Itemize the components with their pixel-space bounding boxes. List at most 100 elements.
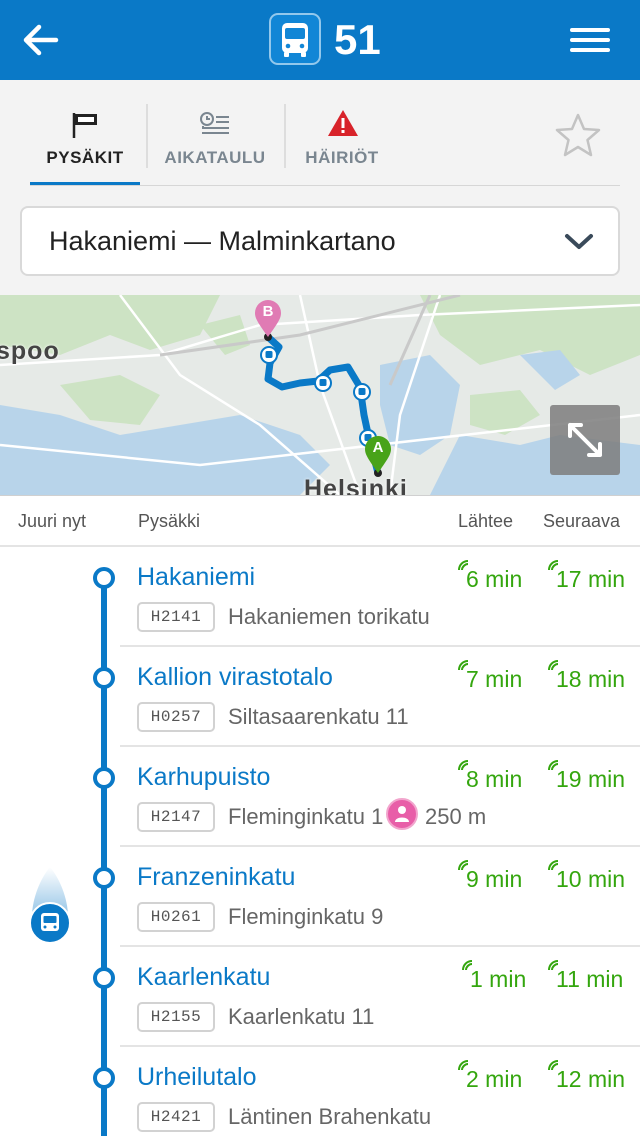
stop-name: Kallion virastotalo — [137, 663, 333, 691]
stop-row[interactable]: Franzeninkatu H0261 Fleminginkatu 9 9 mi… — [0, 847, 640, 947]
departure-time-value: 8 min — [466, 766, 523, 792]
next-departure-value: 17 min — [556, 566, 626, 592]
header-next: Seuraava — [543, 511, 621, 531]
realtime-signal-icon — [462, 960, 473, 971]
route-direction-select[interactable]: Hakaniemi — Malminkartano — [20, 206, 620, 276]
stop-dot — [93, 767, 115, 789]
tab-divider — [284, 104, 286, 168]
next-departure-time: 17 min — [548, 560, 626, 597]
next-departure-time: 12 min — [548, 1060, 626, 1097]
stop-code: H0261 — [137, 902, 215, 932]
realtime-signal-icon — [548, 560, 559, 571]
expand-icon — [568, 423, 602, 457]
next-departure-value: 18 min — [556, 666, 626, 692]
next-departure-value: 19 min — [556, 766, 626, 792]
stop-row[interactable]: Hakaniemi H2141 Hakaniemen torikatu 6 mi… — [0, 547, 640, 647]
stop-street: Fleminginkatu 1 — [228, 804, 384, 829]
map-city-label-espoo: spoo — [0, 337, 60, 365]
stop-street: Läntinen Brahenkatu — [228, 1104, 432, 1129]
next-departure-time: 18 min — [548, 660, 626, 697]
tab-stops[interactable]: PYSÄKIT — [30, 104, 140, 184]
header-stop: Pysäkki — [138, 511, 201, 531]
departure-time-value: 7 min — [466, 666, 523, 692]
stop-row[interactable]: Kaarlenkatu H2155 Kaarlenkatu 11 1 min 1… — [0, 947, 640, 1047]
next-departure-time: 11 min — [548, 960, 624, 997]
map-marker-end-label: B — [262, 303, 274, 320]
stop-list-header: Juuri nyt Pysäkki Lähtee Seuraava — [0, 495, 640, 547]
realtime-signal-icon — [458, 860, 469, 871]
stop-dot — [93, 667, 115, 689]
next-departure-value: 10 min — [556, 866, 626, 892]
walk-distance: 250 m — [425, 804, 487, 829]
departure-time-value: 6 min — [466, 566, 523, 592]
stop-row[interactable]: Urheilutalo H2421 Läntinen Brahenkatu 2 … — [0, 1047, 640, 1136]
realtime-signal-icon — [458, 660, 469, 671]
star-outline-icon — [555, 113, 601, 157]
departure-time: 1 min — [462, 960, 527, 997]
stop-flag-icon — [72, 113, 97, 138]
tab-timetable[interactable]: AIKATAULU — [152, 104, 278, 184]
departure-time: 8 min — [458, 760, 523, 797]
map-city-label-helsinki: Helsinki — [304, 475, 408, 495]
timetable-icon — [200, 112, 229, 134]
tab-timetable-label: AIKATAULU — [164, 148, 266, 167]
stop-dot — [93, 567, 115, 589]
stop-name: Hakaniemi — [137, 563, 256, 591]
map-marker-start[interactable]: A — [363, 435, 393, 475]
map-marker-start-label: A — [372, 439, 384, 456]
favorite-button[interactable] — [552, 110, 604, 162]
stop-name: Karhupuisto — [137, 763, 271, 791]
departure-time: 7 min — [458, 660, 523, 697]
bus-mode-badge — [269, 13, 321, 65]
map-canvas — [0, 295, 640, 495]
warning-icon — [328, 110, 358, 136]
stop-list: Hakaniemi H2141 Hakaniemen torikatu 6 mi… — [0, 547, 640, 1136]
arrow-left-icon — [23, 24, 59, 56]
departure-time-value: 2 min — [466, 1066, 523, 1092]
realtime-signal-icon — [548, 1060, 559, 1071]
tab-stops-label: PYSÄKIT — [46, 148, 124, 167]
stop-code: H2147 — [137, 802, 215, 832]
departure-time-value: 9 min — [466, 866, 523, 892]
departure-time: 9 min — [458, 860, 523, 897]
route-number: 51 — [334, 16, 381, 63]
realtime-signal-icon — [458, 1060, 469, 1071]
stop-dot — [93, 967, 115, 989]
stop-name: Franzeninkatu — [137, 863, 296, 891]
route-map[interactable]: spoo Helsinki B A — [0, 295, 640, 495]
realtime-signal-icon — [548, 960, 559, 971]
tab-divider-line — [30, 185, 620, 186]
chevron-down-icon — [565, 234, 593, 249]
stop-name: Urheilutalo — [137, 1063, 257, 1091]
map-marker-end[interactable]: B — [253, 299, 283, 339]
top-bar: 51 — [0, 0, 640, 80]
hamburger-menu-icon[interactable] — [566, 22, 614, 58]
back-button[interactable] — [18, 18, 62, 62]
route-direction-value: Hakaniemi — Malminkartano — [49, 226, 396, 256]
stop-code: H2421 — [137, 1102, 215, 1132]
stop-name: Kaarlenkatu — [137, 963, 271, 991]
stop-row[interactable]: Karhupuisto H2147 Fleminginkatu 1 250 m … — [0, 747, 640, 847]
next-departure-value: 11 min — [556, 966, 624, 992]
stop-code: H2141 — [137, 602, 215, 632]
next-departure-value: 12 min — [556, 1066, 626, 1092]
stop-street: Kaarlenkatu 11 — [228, 1004, 375, 1029]
tab-disruptions-label: HÄIRIÖT — [305, 148, 379, 167]
realtime-signal-icon — [548, 660, 559, 671]
stop-street: Fleminginkatu 9 — [228, 904, 384, 929]
stop-street: Hakaniemen torikatu — [228, 604, 430, 629]
stop-row[interactable]: Kallion virastotalo H0257 Siltasaarenkat… — [0, 647, 640, 747]
departure-time: 2 min — [458, 1060, 523, 1097]
tab-divider — [146, 104, 148, 168]
stop-street: Siltasaarenkatu 11 — [228, 704, 409, 729]
realtime-signal-icon — [548, 860, 559, 871]
departure-time-value: 1 min — [470, 966, 527, 992]
person-icon — [386, 798, 418, 830]
tab-disruptions[interactable]: HÄIRIÖT — [290, 104, 394, 184]
next-departure-time: 10 min — [548, 860, 626, 897]
bus-icon — [282, 23, 308, 57]
header-departs: Lähtee — [458, 511, 514, 531]
stop-dot — [93, 1067, 115, 1089]
map-expand-button[interactable] — [550, 405, 620, 475]
next-departure-time: 19 min — [548, 760, 626, 797]
